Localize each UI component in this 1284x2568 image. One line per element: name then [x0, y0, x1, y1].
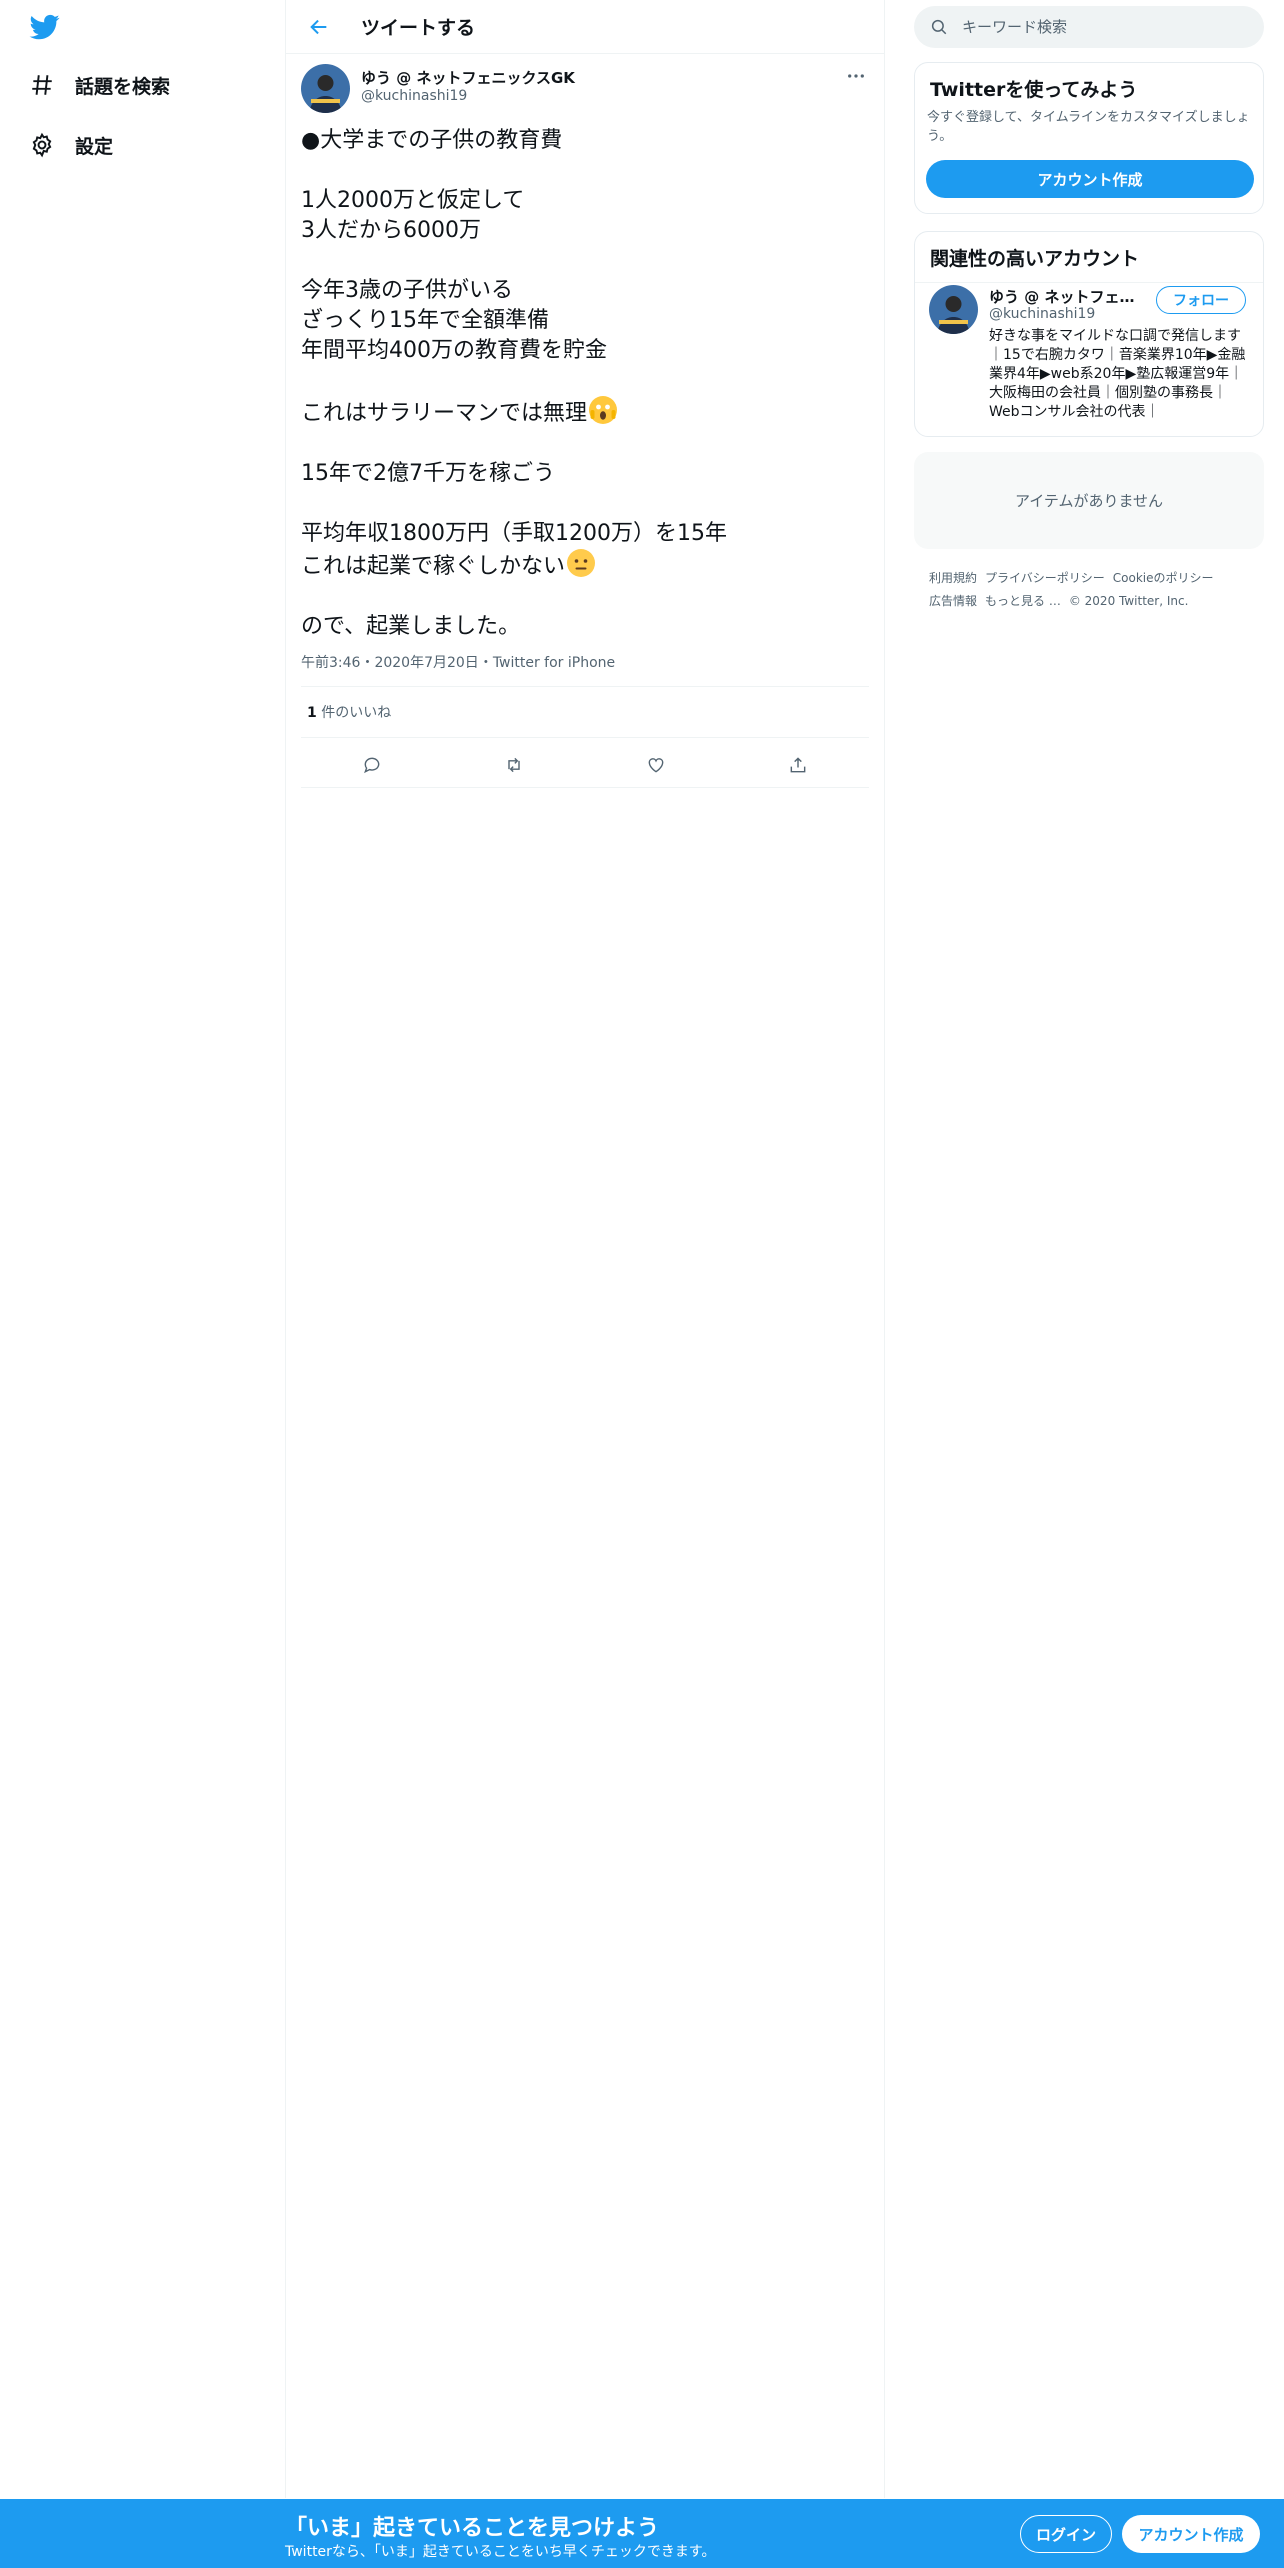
gear-icon	[28, 131, 56, 159]
scream-emoji-icon	[589, 396, 618, 424]
footer-links: 利用規約 プライバシーポリシー Cookieのポリシー 広告情報 もっと見る … © 2…	[929, 567, 1264, 613]
banner-title: 「いま」起きていることを見つけよう	[285, 2516, 660, 2541]
recommended-name[interactable]: ゆう @ ネットフェニックスGK	[989, 286, 1149, 307]
login-button[interactable]: ログイン	[1020, 2515, 1112, 2553]
relevant-accounts-card: 関連性の高いアカウント ゆう @ ネットフェニックスGK @kuchinashi…	[914, 231, 1264, 437]
tweet-line: ●大学までの子供の教育費	[301, 128, 563, 153]
recommended-avatar[interactable]	[929, 285, 978, 334]
search-input[interactable]	[962, 6, 1242, 48]
nav-settings-label: 設定	[75, 135, 114, 158]
follow-button[interactable]: フォロー	[1156, 286, 1246, 314]
likes-label: 件のいいね	[321, 705, 392, 721]
recommended-handle[interactable]: @kuchinashi19	[989, 306, 1095, 322]
signup-card: Twitterを使ってみよう 今すぐ登録して、タイムラインをカスタマイズしましょ…	[914, 62, 1264, 214]
reply-icon[interactable]	[357, 752, 387, 778]
hashtag-icon	[28, 71, 56, 99]
tweet-line: 15年で2億7千万を稼ごう	[301, 461, 555, 486]
tweet-source[interactable]: Twitter for iPhone	[493, 655, 615, 671]
author-avatar[interactable]	[301, 64, 350, 113]
more-options-icon[interactable]	[845, 66, 867, 86]
tweet-line: ざっくり15年で全額準備	[301, 308, 549, 333]
tweet-text: ●大学までの子供の教育費 1人2000万と仮定して 3人だから6000万今年3歳の子…	[301, 126, 869, 642]
nav-settings[interactable]: 設定	[28, 125, 113, 165]
twitter-bird-icon[interactable]	[28, 12, 62, 42]
back-arrow-icon[interactable]	[306, 14, 332, 40]
tweet-line: 3人だから6000万	[301, 218, 481, 243]
tweet-line: これはサラリーマンでは無理	[301, 401, 588, 426]
footer-link-ads[interactable]: 広告情報	[929, 594, 977, 608]
signup-card-description: 今すぐ登録して、タイムラインをカスタマイズしましょう。	[927, 110, 1250, 144]
copyright: © 2020 Twitter, Inc.	[1068, 594, 1189, 608]
divider	[301, 686, 869, 687]
banner-signup-button[interactable]: アカウント作成	[1122, 2515, 1260, 2553]
retweet-icon[interactable]	[499, 752, 529, 778]
tweet-date[interactable]: 2020年7月20日	[374, 655, 478, 671]
page-title: ツイートする	[361, 17, 476, 39]
footer-link-cookies[interactable]: Cookieのポリシー	[1113, 571, 1214, 585]
main-header: ツイートする	[286, 0, 884, 54]
tweet-line: 平均年収1800万円（手取1200万）を15年	[301, 521, 727, 546]
tweet-line: 今年3歳の子供がいる	[301, 278, 513, 303]
like-icon[interactable]	[641, 752, 671, 778]
search-bar[interactable]	[914, 6, 1264, 48]
tweet-actions	[301, 744, 869, 788]
search-icon	[930, 18, 948, 36]
banner-subtitle: Twitterなら、「いま」起きていることをいち早くチェックできます。	[285, 2544, 716, 2560]
relevant-accounts-title: 関連性の高いアカウント	[930, 248, 1140, 270]
tweet-line: これは起業で稼ぐしかない	[301, 554, 566, 579]
footer-link-terms[interactable]: 利用規約	[929, 571, 977, 585]
tweet-meta: 午前3:46・2020年7月20日・Twitter for iPhone	[301, 655, 616, 671]
nav-explore-label: 話題を検索	[75, 75, 171, 98]
bottom-banner: 「いま」起きていることを見つけよう Twitterなら、「いま」起きていることを…	[0, 2499, 1284, 2568]
tweet-line: 年間平均400万の教育費を貯金	[301, 338, 607, 363]
likes-count[interactable]: 1 件のいいね	[307, 702, 391, 722]
divider	[301, 787, 869, 788]
left-sidebar: 話題を検索 設定	[0, 0, 285, 2498]
likes-number: 1	[307, 705, 317, 721]
tweet-line: 1人2000万と仮定して	[301, 188, 525, 213]
tweet-line: ので、起業しました。	[301, 614, 521, 639]
footer-link-privacy[interactable]: プライバシーポリシー	[985, 571, 1105, 585]
main-column: ツイートする ゆう @ ネットフェニックスGK @kuchinashi19 ●大…	[285, 0, 885, 2498]
signup-button[interactable]: アカウント作成	[926, 160, 1254, 198]
signup-card-title: Twitterを使ってみよう	[930, 79, 1138, 101]
footer-link-more[interactable]: もっと見る …	[985, 594, 1061, 608]
recommended-bio: 好きな事をマイルドな口調で発信します｜15で右腕カタワ｜音楽業界10年▶金融業界…	[989, 328, 1246, 420]
divider	[301, 737, 869, 738]
neutral-face-emoji-icon	[567, 549, 596, 577]
author-handle[interactable]: @kuchinashi19	[361, 88, 467, 104]
empty-trends-box: アイテムがありません	[914, 452, 1264, 549]
author-name[interactable]: ゆう @ ネットフェニックスGK	[361, 67, 575, 88]
tweet-time[interactable]: 午前3:46	[301, 655, 360, 671]
nav-explore[interactable]: 話題を検索	[28, 65, 170, 105]
share-icon[interactable]	[783, 752, 813, 778]
divider	[915, 282, 1263, 283]
